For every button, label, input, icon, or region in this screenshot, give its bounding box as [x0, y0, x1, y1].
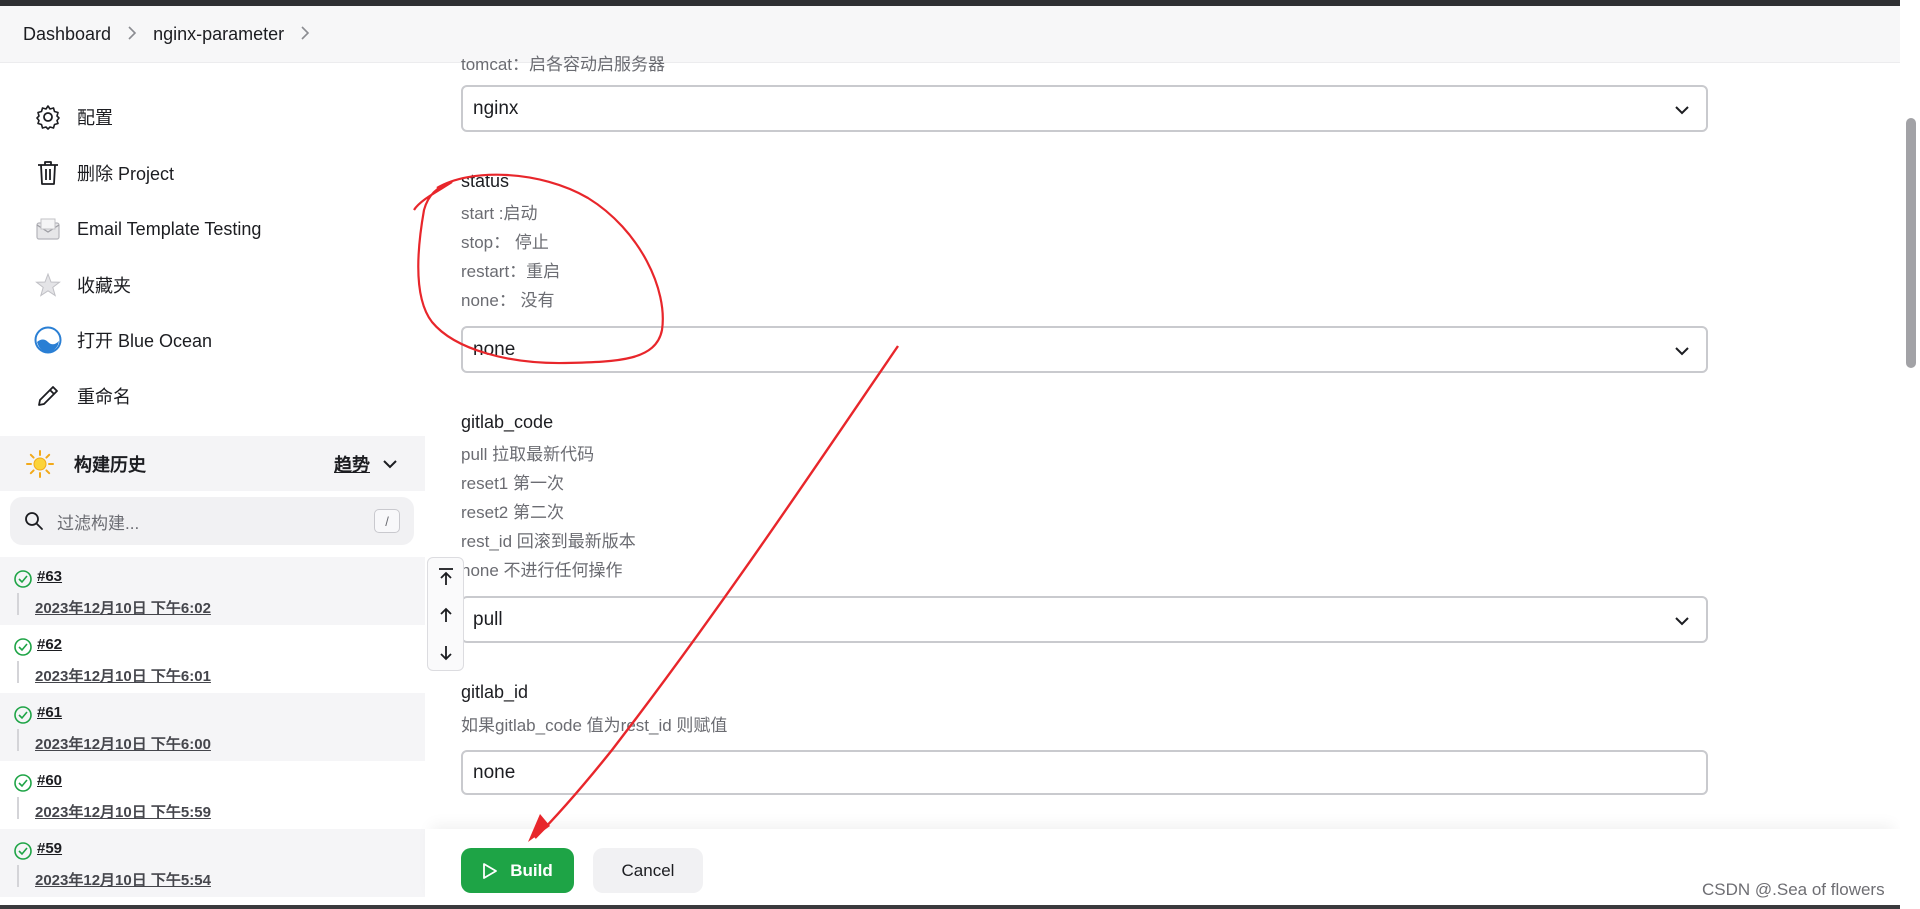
arrow-up-icon[interactable]: [428, 596, 463, 634]
sidebar-item-label: 重命名: [77, 387, 131, 407]
build-button-label: Build: [510, 860, 553, 880]
success-check-icon: [13, 637, 33, 657]
timeline-line: [17, 865, 19, 887]
sidebar-item-delete-project[interactable]: 删除 Project: [34, 153, 174, 193]
select-value: none: [473, 338, 516, 360]
sidebar-item-favorite[interactable]: 收藏夹: [34, 265, 131, 305]
build-button[interactable]: Build: [461, 848, 574, 893]
chevron-down-icon: [1672, 611, 1692, 631]
cancel-button-label: Cancel: [621, 860, 675, 880]
param-label-gitlab-code: gitlab_code: [461, 412, 554, 432]
sidebar-item-label: Email Template Testing: [77, 218, 262, 239]
select-value: pull: [473, 608, 503, 630]
blue-ocean-icon: [34, 326, 62, 354]
desc-line: none： 没有: [461, 291, 555, 310]
build-number[interactable]: #63: [37, 568, 62, 585]
build-history-header: 构建历史 趋势: [0, 436, 425, 491]
build-filter[interactable]: 过滤构建... /: [10, 497, 414, 545]
play-icon: [483, 862, 498, 879]
breadcrumb-project[interactable]: nginx-parameter: [153, 24, 284, 45]
scroll-controls: [427, 557, 464, 671]
sun-icon: [25, 449, 55, 479]
chevron-down-icon: [1672, 341, 1692, 361]
param-label-status: status: [461, 171, 510, 191]
filter-placeholder: 过滤构建...: [57, 513, 140, 533]
sidebar-item-label: 配置: [77, 108, 113, 128]
build-row[interactable]: #59 2023年12月10日 下午5:54: [0, 829, 425, 897]
scroll-top-icon[interactable]: [428, 558, 463, 596]
build-date[interactable]: 2023年12月10日 下午5:54: [35, 869, 211, 890]
shortcut-key: /: [374, 509, 400, 533]
success-check-icon: [13, 841, 33, 861]
success-check-icon: [13, 569, 33, 589]
server-select[interactable]: nginx: [461, 85, 1708, 132]
build-date[interactable]: 2023年12月10日 下午6:02: [35, 597, 211, 618]
build-row[interactable]: #60 2023年12月10日 下午5:59: [0, 761, 425, 829]
timeline-line: [17, 593, 19, 615]
build-number[interactable]: #60: [37, 772, 62, 789]
gear-icon: [34, 103, 62, 131]
sidebar-item-configure[interactable]: 配置: [34, 97, 113, 137]
breadcrumb: Dashboard nginx-parameter: [0, 6, 1900, 63]
star-icon: [34, 271, 62, 299]
build-date[interactable]: 2023年12月10日 下午6:00: [35, 733, 211, 754]
chevron-down-icon: [1672, 100, 1692, 120]
trend-link[interactable]: 趋势: [334, 451, 370, 477]
build-number[interactable]: #62: [37, 636, 62, 653]
input-value: none: [473, 761, 516, 783]
build-row[interactable]: #62 2023年12月10日 下午6:01: [0, 625, 425, 693]
desc-line: restart：重启: [461, 262, 561, 281]
parameters-form: tomcat：启各容动启服务器 nginx status start :启动 s…: [425, 55, 1900, 829]
param-desc-status: start :启动 stop： 停止 restart：重启 none： 没有: [461, 199, 560, 315]
desc-line: stop： 停止: [461, 233, 549, 252]
bottom-edge: [0, 905, 1900, 909]
timeline-line: [17, 661, 19, 683]
build-number[interactable]: #61: [37, 704, 62, 721]
pencil-icon: [34, 382, 62, 410]
build-history-title: 构建历史: [74, 454, 146, 475]
status-select[interactable]: none: [461, 326, 1708, 373]
envelope-icon: [34, 215, 62, 243]
desc-line: start :启动: [461, 204, 538, 223]
timeline-line: [17, 729, 19, 751]
sidebar-item-label: 删除 Project: [77, 164, 175, 184]
chevron-right-icon[interactable]: [300, 24, 310, 45]
build-row[interactable]: #61 2023年12月10日 下午6:00: [0, 693, 425, 761]
scrollbar-thumb[interactable]: [1906, 118, 1916, 368]
previous-param-description: tomcat：启各容动启服务器: [461, 55, 666, 74]
desc-line: none 不进行任何操作: [461, 561, 623, 580]
sidebar-item-label: 收藏夹: [77, 276, 131, 296]
param-label-gitlab-id: gitlab_id: [461, 682, 529, 702]
build-row[interactable]: #63 2023年12月10日 下午6:02: [0, 557, 425, 625]
gitlab-code-select[interactable]: pull: [461, 596, 1708, 643]
desc-line: reset1 第一次: [461, 474, 564, 493]
select-value: nginx: [473, 97, 519, 119]
watermark: CSDN @.Sea of flowers: [1702, 880, 1885, 899]
param-desc-gitlab-code: pull 拉取最新代码 reset1 第一次 reset2 第二次 rest_i…: [461, 440, 636, 585]
sidebar-item-rename[interactable]: 重命名: [34, 376, 131, 416]
arrow-down-icon[interactable]: [428, 634, 463, 672]
form-footer: Build Cancel: [425, 829, 1900, 909]
sidebar-item-blue-ocean[interactable]: 打开 Blue Ocean: [34, 320, 212, 360]
breadcrumb-dashboard[interactable]: Dashboard: [23, 24, 111, 45]
desc-line: pull 拉取最新代码: [461, 445, 595, 464]
timeline-line: [17, 797, 19, 819]
gitlab-id-input[interactable]: none: [461, 750, 1708, 795]
build-number[interactable]: #59: [37, 840, 62, 857]
trash-icon: [34, 159, 62, 187]
build-date[interactable]: 2023年12月10日 下午6:01: [35, 665, 211, 686]
search-icon: [24, 511, 44, 531]
desc-line: reset2 第二次: [461, 503, 564, 522]
build-date[interactable]: 2023年12月10日 下午5:59: [35, 801, 211, 822]
success-check-icon: [13, 705, 33, 725]
success-check-icon: [13, 773, 33, 793]
chevron-right-icon: [127, 24, 137, 45]
param-desc-gitlab-id: 如果gitlab_code 值为rest_id 则赋值: [461, 716, 728, 735]
sidebar-item-label: 打开 Blue Ocean: [77, 331, 213, 351]
desc-line: rest_id 回滚到最新版本: [461, 532, 636, 551]
chevron-down-icon[interactable]: [380, 454, 400, 474]
sidebar-item-email-template[interactable]: Email Template Testing: [34, 209, 261, 249]
cancel-button[interactable]: Cancel: [593, 848, 703, 893]
